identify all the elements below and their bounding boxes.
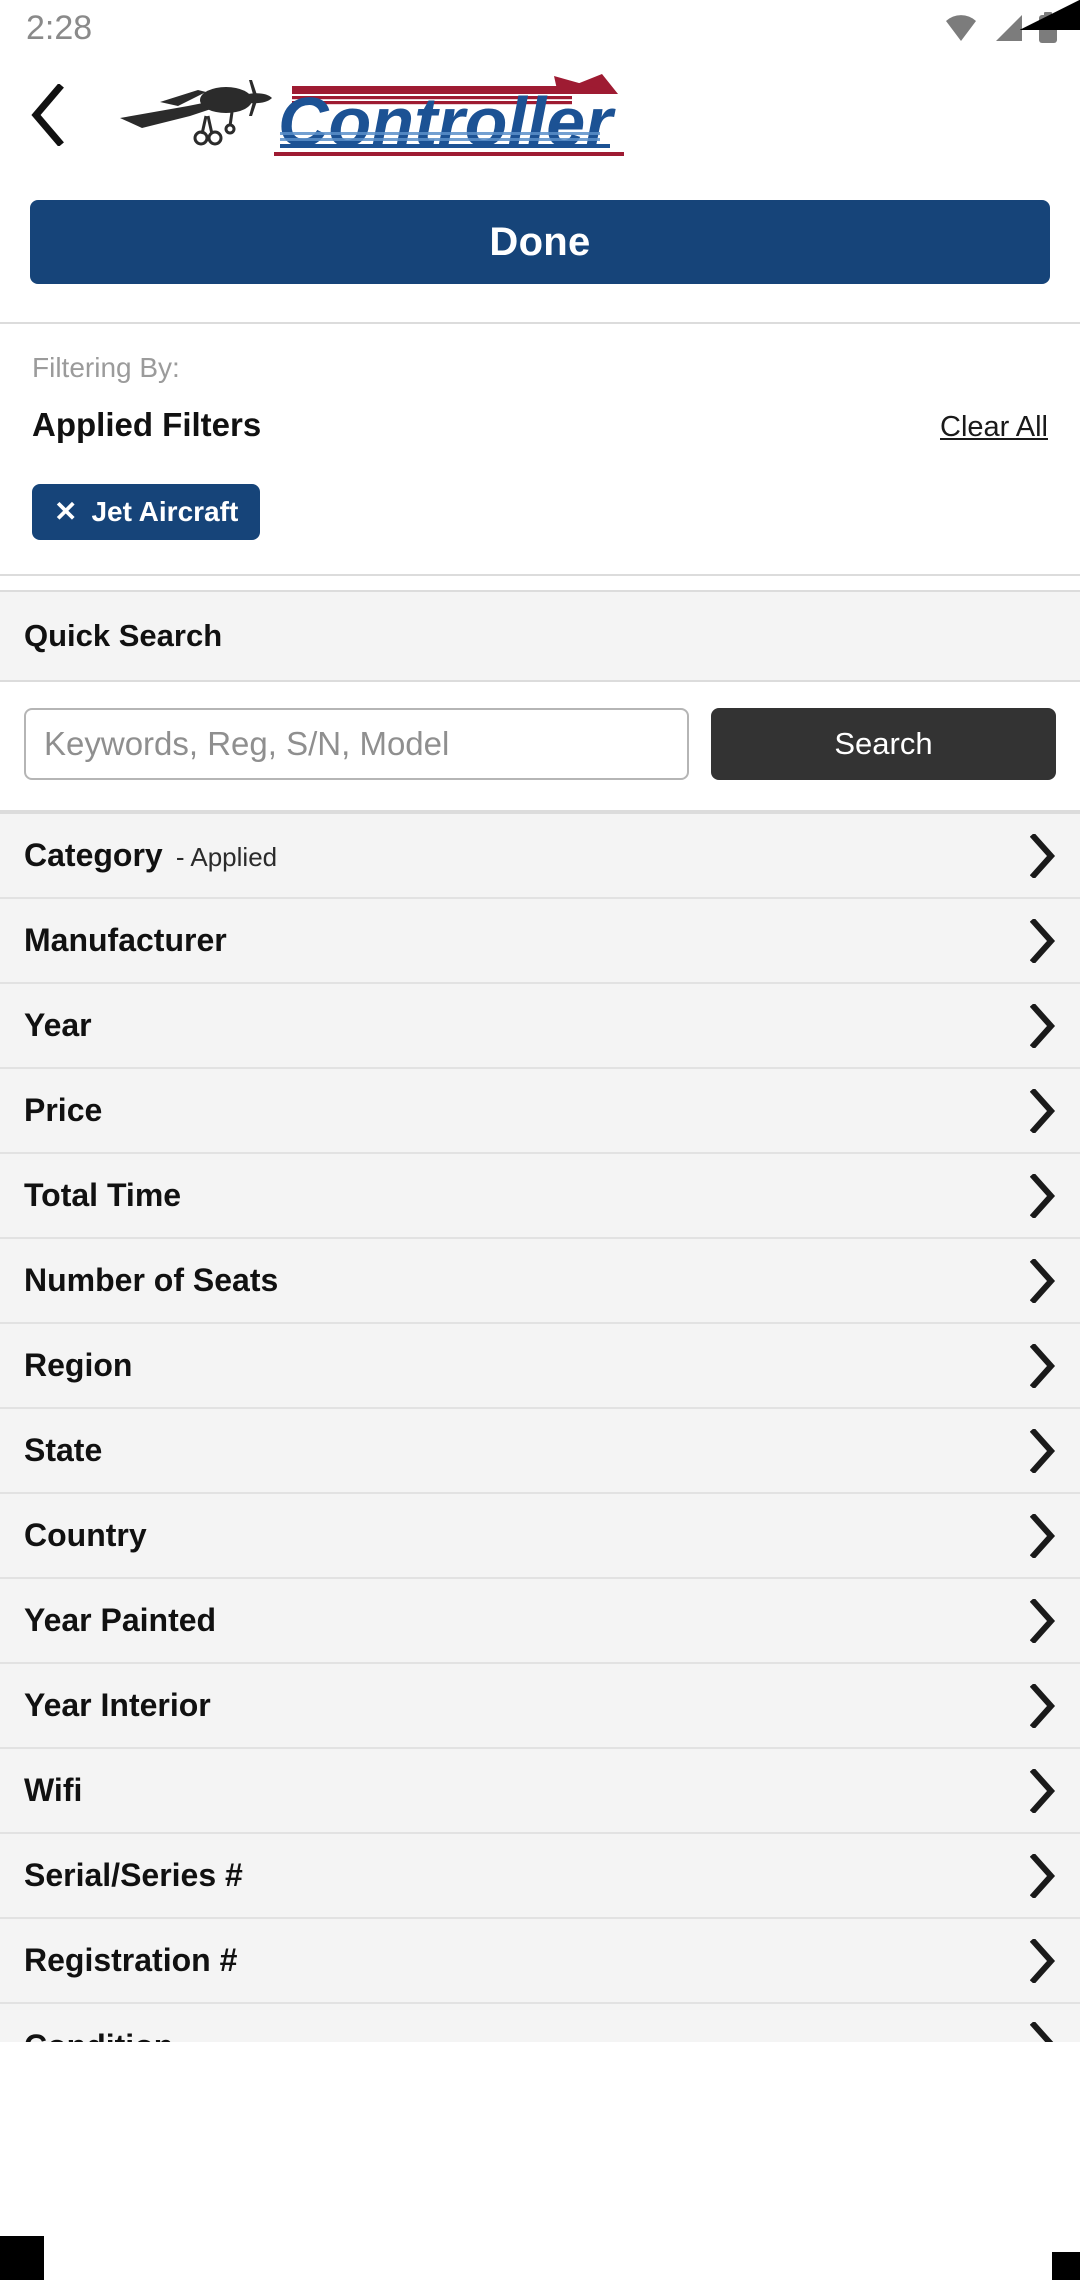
filter-row-label: Registration # [24, 1942, 238, 1978]
filter-row-total-time[interactable]: Total Time [0, 1152, 1080, 1237]
close-x-icon[interactable]: ✕ [54, 498, 77, 526]
chevron-right-icon [1030, 1173, 1056, 1218]
chevron-right-icon [1030, 1003, 1056, 1048]
chevron-right-icon [1030, 1428, 1056, 1473]
filter-row-state[interactable]: State [0, 1407, 1080, 1492]
filter-row-label: Total Time [24, 1177, 182, 1213]
airplane-icon [120, 80, 272, 146]
app-header: Controller [0, 56, 1080, 174]
wifi-icon [946, 15, 976, 41]
filter-row-label: Region [24, 1347, 133, 1383]
filter-row-label: Number of Seats [24, 1262, 279, 1298]
back-chevron-icon [31, 84, 64, 146]
applied-filters-title: Applied Filters [32, 406, 262, 443]
filter-row-category[interactable]: Category - Applied [0, 812, 1080, 897]
filter-row-label: Price [24, 1092, 103, 1128]
filter-row-year-interior[interactable]: Year Interior [0, 1662, 1080, 1747]
status-bar: 2:28 [0, 0, 1080, 56]
filter-row-label: Manufacturer [24, 922, 227, 958]
filter-row-name: Category [24, 837, 163, 873]
applied-filters-card: Filtering By: Applied Filters Clear All … [0, 322, 1080, 576]
back-button[interactable] [0, 56, 96, 174]
filtering-by-label: Filtering By: [32, 352, 180, 383]
filter-row-label: Year [24, 1007, 92, 1043]
filter-row-label: Wifi [24, 1772, 83, 1808]
app-screen: 2:28 Controller Done Filtering By: Appli… [0, 0, 1080, 2280]
chevron-right-icon [1030, 1258, 1056, 1303]
section-gap [0, 576, 1080, 590]
clear-all-link[interactable]: Clear All [940, 411, 1048, 444]
filter-row-registration[interactable]: Registration # [0, 1917, 1080, 2002]
filter-row-applied-badge: - Applied [168, 842, 278, 872]
screenshot-edge-artifact [1052, 2252, 1080, 2280]
filter-row-label: Condition [24, 2028, 173, 2042]
filter-row-manufacturer[interactable]: Manufacturer [0, 897, 1080, 982]
screenshot-edge-artifact [0, 2236, 44, 2280]
search-button[interactable]: Search [711, 708, 1056, 780]
filter-row-label: Serial/Series # [24, 1857, 243, 1893]
filter-row-price[interactable]: Price [0, 1067, 1080, 1152]
filter-row-condition[interactable]: Condition [0, 2002, 1080, 2042]
filter-category-list: Category - Applied Manufacturer Year Pri… [0, 812, 1080, 2042]
chevron-right-icon [1030, 1683, 1056, 1728]
filter-row-number-of-seats[interactable]: Number of Seats [0, 1237, 1080, 1322]
filter-row-wifi[interactable]: Wifi [0, 1747, 1080, 1832]
screenshot-edge-artifact [1020, 0, 1080, 30]
filter-row-label: State [24, 1432, 103, 1468]
filter-chip-label: Jet Aircraft [91, 496, 239, 527]
chevron-right-icon [1030, 1853, 1056, 1898]
chevron-right-icon [1030, 1598, 1056, 1643]
filter-row-region[interactable]: Region [0, 1322, 1080, 1407]
status-bar-clock: 2:28 [26, 9, 93, 47]
chevron-right-icon [1030, 1088, 1056, 1133]
applied-filters-header: Applied Filters Clear All [32, 406, 1048, 444]
filter-chip-jet-aircraft[interactable]: ✕ Jet Aircraft [32, 484, 261, 540]
filter-row-country[interactable]: Country [0, 1492, 1080, 1577]
chevron-right-icon [1030, 833, 1056, 878]
filter-row-year-painted[interactable]: Year Painted [0, 1577, 1080, 1662]
brand-logo[interactable]: Controller [96, 72, 1080, 158]
applied-filter-chips: ✕ Jet Aircraft [32, 484, 1048, 540]
search-input[interactable] [24, 708, 689, 780]
filter-row-label: Year Interior [24, 1687, 211, 1723]
chevron-right-icon [1030, 2022, 1054, 2042]
done-button[interactable]: Done [30, 200, 1050, 284]
chevron-right-icon [1030, 918, 1056, 963]
logo-blue-stripes [280, 132, 610, 148]
filter-row-serial-series[interactable]: Serial/Series # [0, 1832, 1080, 1917]
filter-row-label: Country [24, 1517, 147, 1553]
chevron-right-icon [1030, 1343, 1056, 1388]
done-button-container: Done [0, 174, 1080, 322]
filter-row-label: Category - Applied [24, 837, 277, 874]
filter-row-label: Year Painted [24, 1602, 217, 1638]
quick-search-body: Search [0, 682, 1080, 810]
chevron-right-icon [1030, 1513, 1056, 1558]
controller-logo: Controller [120, 74, 624, 158]
filter-row-year[interactable]: Year [0, 982, 1080, 1067]
quick-search-title: Quick Search [0, 592, 1080, 682]
chevron-right-icon [1030, 1768, 1056, 1813]
quick-search-card: Quick Search Search [0, 590, 1080, 812]
chevron-right-icon [1030, 1938, 1056, 1983]
